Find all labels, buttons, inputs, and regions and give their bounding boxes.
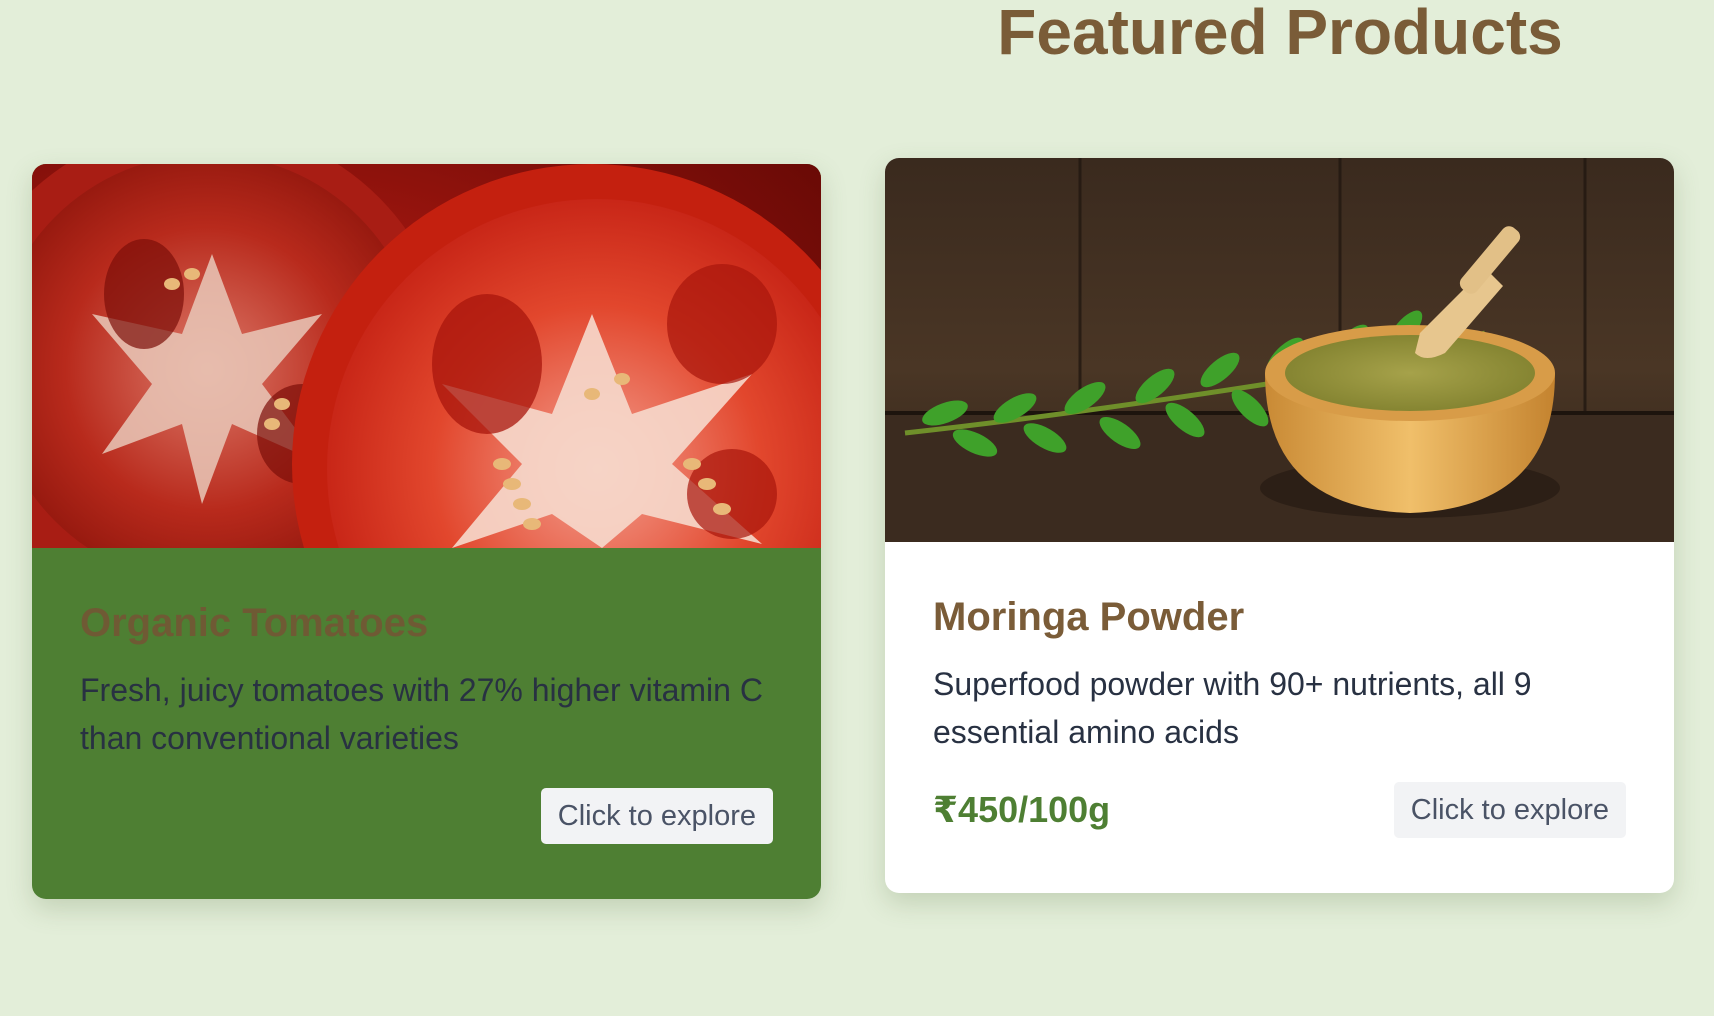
- product-card-footer: Click to explore: [80, 788, 773, 844]
- product-card-body: Moringa Powder Superfood powder with 90+…: [885, 542, 1674, 756]
- product-card-moringa[interactable]: Moringa Powder Superfood powder with 90+…: [885, 158, 1674, 893]
- tomato-slices-photo: [32, 164, 821, 548]
- explore-button[interactable]: Click to explore: [540, 788, 773, 844]
- product-image-moringa: [885, 158, 1674, 542]
- product-description: Superfood powder with 90+ nutrients, all…: [933, 666, 1532, 750]
- section-title: Featured Products: [997, 0, 1563, 68]
- product-title: Organic Tomatoes: [80, 601, 429, 645]
- moringa-bowl-photo: [885, 158, 1674, 542]
- product-card-tomatoes[interactable]: Organic Tomatoes Fresh, juicy tomatoes w…: [32, 164, 821, 899]
- product-title: Moringa Powder: [933, 595, 1245, 639]
- product-image-tomatoes: [32, 164, 821, 548]
- product-description: Fresh, juicy tomatoes with 27% higher vi…: [80, 672, 763, 756]
- explore-button[interactable]: Click to explore: [1393, 782, 1626, 838]
- product-price: ₹450/100g: [933, 789, 1111, 830]
- product-card-body: Organic Tomatoes Fresh, juicy tomatoes w…: [32, 548, 821, 762]
- product-card-footer: ₹450/100g Click to explore: [933, 782, 1626, 838]
